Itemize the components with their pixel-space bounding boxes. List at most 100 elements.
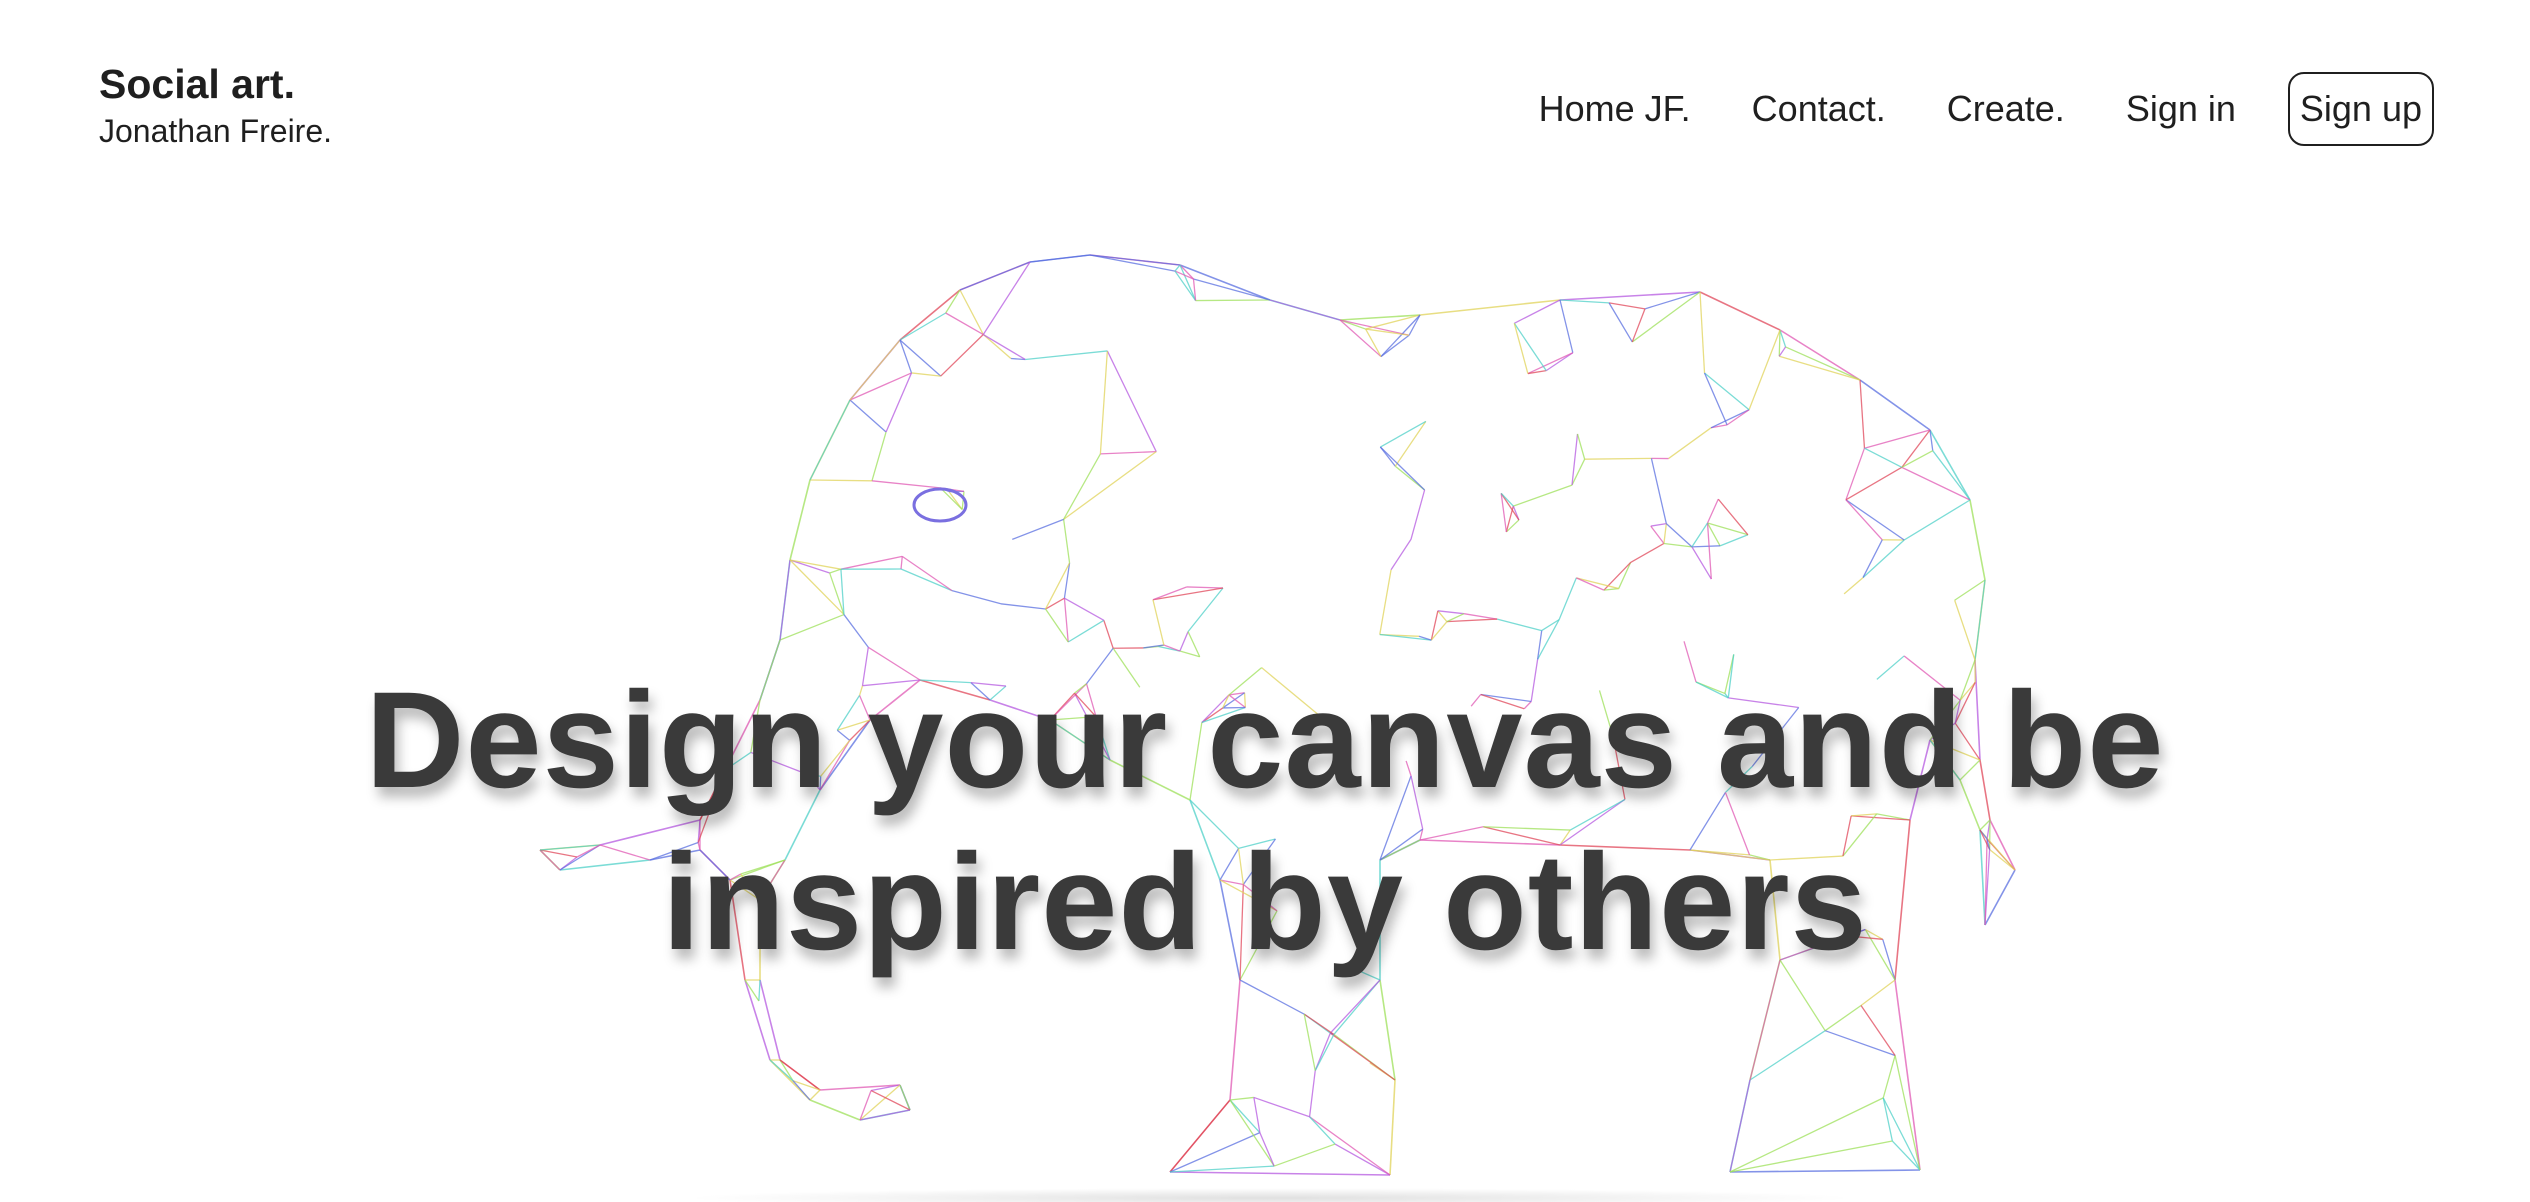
wire-line (1389, 1079, 1396, 1176)
wire-line (1699, 291, 1706, 374)
wire-line (1229, 979, 1241, 1101)
wire-line (1309, 1116, 1336, 1145)
wire-line (1179, 650, 1200, 658)
wire-line (779, 559, 791, 641)
wire-line (1380, 420, 1427, 448)
wire-line (1000, 603, 1046, 610)
wire-line (1062, 519, 1071, 564)
main-nav: Home JF. Contact. Create. Sign in Sign u… (1539, 72, 2434, 146)
wire-line (1706, 522, 1712, 580)
wire-line (1269, 299, 1341, 321)
wire-line (1729, 1097, 1884, 1173)
wire-line (1067, 619, 1105, 643)
wire-line (1576, 433, 1586, 460)
hero-headline: Design your canvas and be inspired by ot… (365, 663, 2165, 979)
wire-line (829, 568, 842, 574)
wire-line (1334, 1143, 1391, 1176)
wire-line (1706, 498, 1719, 524)
wire-line (1229, 1096, 1254, 1101)
wire-line (744, 979, 771, 1061)
wire-line (1691, 545, 1721, 548)
wire-line (840, 555, 903, 570)
brand-subtitle: Jonathan Freire. (99, 113, 333, 150)
wire-line (1954, 579, 1986, 601)
nav-create[interactable]: Create. (1947, 73, 2065, 145)
wire-line (1169, 1165, 1275, 1173)
wire-line (1603, 587, 1619, 591)
brand-title[interactable]: Social art. (99, 61, 332, 107)
nav-sign-in[interactable]: Sign in (2126, 73, 2236, 145)
wire-line (1410, 489, 1426, 540)
wire-line (1437, 610, 1448, 623)
wire-line (1174, 264, 1181, 272)
wire-line (1193, 278, 1271, 301)
wire-line (951, 590, 1002, 605)
wire-line (1314, 1034, 1335, 1071)
wire-line (1169, 1132, 1261, 1173)
elephant-wireframe-illustration (539, 254, 2016, 1176)
wire-line (1726, 409, 1750, 426)
wire-line (1437, 610, 1465, 615)
wire-line (1303, 1013, 1335, 1035)
wire-line (1100, 451, 1157, 455)
wire-line (1496, 618, 1542, 632)
wire-line (1186, 586, 1223, 589)
wire-line (901, 555, 953, 592)
wire-line (1187, 587, 1224, 633)
wire-line (1379, 446, 1426, 491)
wire-line (1729, 1140, 1893, 1173)
wire-line (1862, 539, 1883, 578)
content-edge-shadow (680, 1188, 1860, 1202)
wire-line (759, 979, 781, 1061)
nav-home[interactable]: Home JF. (1539, 73, 1691, 145)
wire-line (1179, 631, 1189, 652)
wire-line (982, 261, 1031, 335)
wire-line (1719, 534, 1749, 547)
wire-line (779, 613, 845, 641)
wire-line (1045, 608, 1069, 643)
wire-line (1099, 350, 1108, 454)
wire-line (1380, 314, 1421, 357)
wire-line (1169, 1171, 1391, 1176)
wire-line (1932, 450, 1971, 501)
nav-contact[interactable]: Contact. (1752, 73, 1886, 145)
wire-line (1729, 1169, 1921, 1173)
wire-line (1063, 598, 1069, 643)
wire-line (1729, 1079, 1751, 1173)
wire-line (809, 399, 851, 481)
wire-line (1704, 372, 1750, 411)
wire-line (1748, 329, 1781, 411)
wire-line (1860, 979, 1896, 1007)
sign-up-button[interactable]: Sign up (2287, 72, 2434, 146)
wire-line (1152, 587, 1224, 601)
wire-line (1195, 299, 1271, 302)
wire-line (1308, 1070, 1316, 1117)
wire-line (1824, 1004, 1862, 1032)
wire-line (1329, 1032, 1396, 1081)
wire-line (1419, 299, 1561, 316)
wire-line (1063, 451, 1157, 520)
wire-line (871, 480, 941, 489)
wire-line (1779, 355, 1861, 381)
wire-line (1169, 1099, 1231, 1173)
wire-line (1558, 577, 1577, 620)
wire-line (959, 261, 1031, 291)
wire-line (1903, 499, 1971, 541)
wire-line (1974, 579, 1986, 661)
wire-line (1513, 484, 1573, 507)
wire-line (1650, 458, 1667, 524)
wire-line (1463, 613, 1498, 620)
wire-line (1513, 323, 1529, 374)
wire-line (1571, 433, 1579, 486)
wire-line (1691, 522, 1709, 548)
wire-line (1891, 1140, 1921, 1171)
wire-line (809, 1099, 861, 1121)
wire-line (1862, 539, 1905, 579)
wire-line (1239, 979, 1305, 1015)
wire-line (1691, 546, 1712, 580)
wire-line (843, 614, 869, 648)
wire-line (1229, 1099, 1275, 1167)
wire-line (1663, 542, 1692, 548)
wire-line (1778, 346, 1787, 357)
brand[interactable]: Social art. Jonathan Freire. (99, 61, 333, 151)
